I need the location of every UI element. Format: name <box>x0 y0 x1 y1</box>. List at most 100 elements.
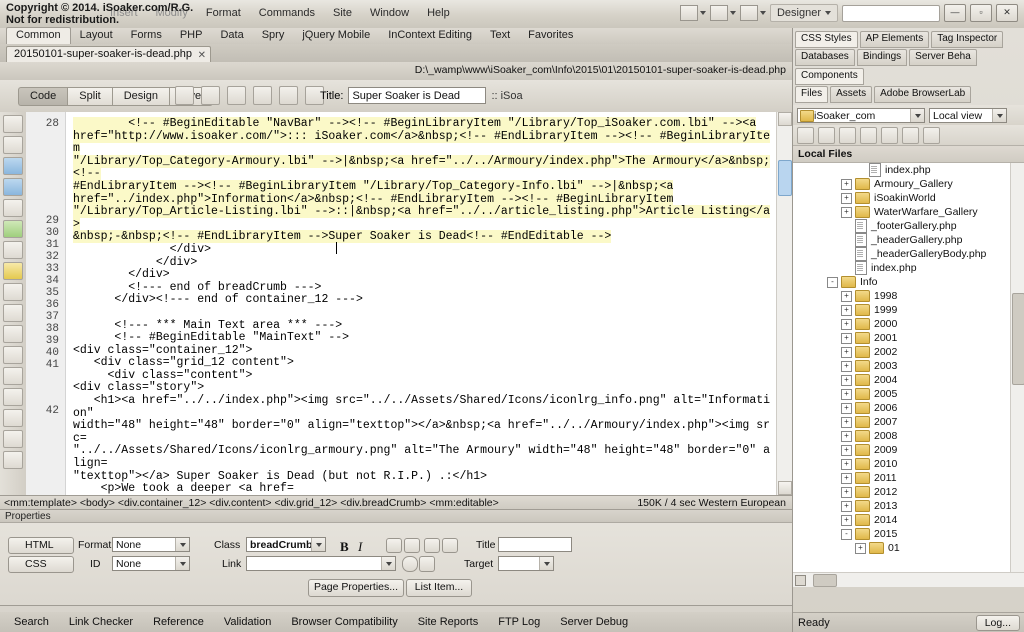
scrollbar-thumb[interactable] <box>778 160 792 196</box>
file-tree-row[interactable]: +2011 <box>793 471 1024 485</box>
point-to-file-icon[interactable] <box>402 556 418 572</box>
insert-tab-jquery-mobile[interactable]: jQuery Mobile <box>293 28 379 44</box>
layout-icon[interactable] <box>679 5 706 21</box>
file-tree-row[interactable]: _headerGallery.php <box>793 233 1024 247</box>
target-select[interactable] <box>498 556 554 571</box>
expand-icon[interactable]: + <box>841 332 852 344</box>
collapse-outside-tag-icon[interactable] <box>3 178 23 196</box>
file-tree-row[interactable]: +2001 <box>793 331 1024 345</box>
results-tab-site-reports[interactable]: Site Reports <box>408 613 489 631</box>
close-icon[interactable]: ✕ <box>198 48 206 63</box>
ordered-list-icon[interactable] <box>404 538 420 553</box>
file-tree-vertical-scrollbar[interactable] <box>1010 163 1024 572</box>
panel-tab-adobe-browserlab[interactable]: Adobe BrowserLab <box>874 86 972 103</box>
chevron-down-icon[interactable] <box>381 557 395 570</box>
panel-tab-ap-elements[interactable]: AP Elements <box>859 31 930 48</box>
files-panel-tabs[interactable]: Files Assets Adobe BrowserLab <box>793 85 1024 103</box>
file-tree-row[interactable]: +2006 <box>793 401 1024 415</box>
connect-icon[interactable] <box>797 126 814 144</box>
insert-tab-common[interactable]: Common <box>6 27 71 45</box>
panel-tab-databases[interactable]: Databases <box>795 49 855 66</box>
file-tree-row[interactable]: +2012 <box>793 485 1024 499</box>
panel-tab-server-behaviors[interactable]: Server Beha <box>909 49 977 66</box>
view-button-split[interactable]: Split <box>67 87 112 106</box>
site-select[interactable]: iSoaker_com <box>797 107 925 123</box>
document-toolbar-icons[interactable] <box>175 86 324 105</box>
title-input[interactable] <box>498 537 572 552</box>
tag-selector-bar[interactable]: <mm:template> <body> <div.container_12> … <box>0 495 792 510</box>
expand-icon[interactable]: + <box>841 402 852 414</box>
view-select[interactable]: Local view <box>929 107 1007 123</box>
file-tree-row[interactable]: +2010 <box>793 457 1024 471</box>
insert-tab-text[interactable]: Text <box>481 28 519 44</box>
data-panel-tabs[interactable]: Databases Bindings Server Beha Component… <box>793 48 1024 85</box>
file-tree-row[interactable]: - Info <box>793 275 1024 289</box>
file-tree-row[interactable]: - 2015 <box>793 527 1024 541</box>
workspace-switcher[interactable]: Designer <box>769 4 838 22</box>
bold-button[interactable]: B <box>340 539 349 555</box>
refresh-icon[interactable] <box>818 126 835 144</box>
indent-icon[interactable] <box>442 538 458 553</box>
expand-icon[interactable]: + <box>841 178 852 190</box>
expand-icon[interactable]: + <box>841 360 852 372</box>
menu-bar[interactable]: Insert Modify Format Commands Site Windo… <box>110 7 450 23</box>
expand-icon[interactable]: + <box>841 430 852 442</box>
coding-toolbar[interactable] <box>0 112 27 495</box>
insert-tab-data[interactable]: Data <box>211 28 252 44</box>
file-tree-row[interactable]: +01 <box>793 541 1024 555</box>
panel-tab-assets[interactable]: Assets <box>830 86 873 103</box>
insert-tab-favorites[interactable]: Favorites <box>519 28 582 44</box>
file-tree-row[interactable]: +2003 <box>793 359 1024 373</box>
file-tree-row[interactable]: +2013 <box>793 499 1024 513</box>
live-code-icon[interactable] <box>175 86 194 105</box>
scroll-up-arrow[interactable] <box>778 112 792 126</box>
close-button[interactable]: ✕ <box>996 4 1018 22</box>
highlight-invalid-code-icon[interactable] <box>3 283 23 301</box>
remove-comment-icon[interactable] <box>3 325 23 343</box>
expand-icon[interactable]: + <box>841 486 852 498</box>
chevron-down-icon[interactable] <box>175 538 189 551</box>
file-tree-row[interactable]: +2009 <box>793 443 1024 457</box>
chevron-down-icon[interactable] <box>311 538 325 551</box>
expand-icon[interactable]: + <box>841 206 852 218</box>
log-button[interactable]: Log... <box>975 614 1020 631</box>
chevron-down-icon[interactable] <box>992 108 1006 122</box>
results-tab-browser-compatibility[interactable]: Browser Compatibility <box>281 613 407 631</box>
select-parent-tag-icon[interactable] <box>3 220 23 238</box>
menu-item-window[interactable]: Window <box>370 7 409 23</box>
recent-snippets-icon[interactable] <box>3 367 23 385</box>
maximize-button[interactable]: ▫ <box>970 4 992 22</box>
gear-icon[interactable] <box>709 5 736 21</box>
menu-item-help[interactable]: Help <box>427 7 450 23</box>
file-tree-row[interactable]: +1999 <box>793 303 1024 317</box>
expand-icon[interactable]: + <box>841 388 852 400</box>
collapse-full-tag-icon[interactable] <box>3 157 23 175</box>
file-tree-row[interactable]: +1998 <box>793 289 1024 303</box>
document-tab[interactable]: 20150101-super-soaker-is-dead.php ✕ <box>6 46 211 63</box>
page-properties-button[interactable]: Page Properties... <box>308 579 404 597</box>
insert-tab-spry[interactable]: Spry <box>253 28 294 44</box>
results-tab-link-checker[interactable]: Link Checker <box>59 613 143 631</box>
link-input[interactable] <box>246 556 396 571</box>
code-editor[interactable]: 28 29 30 31 32 33 34 35 36 37 38 39 40 4… <box>26 112 793 495</box>
chevron-down-icon[interactable] <box>539 557 553 570</box>
panel-tab-bindings[interactable]: Bindings <box>856 49 908 66</box>
view-button-design[interactable]: Design <box>111 87 169 106</box>
expand-icon[interactable]: + <box>841 290 852 302</box>
file-tree-row[interactable]: + Armoury_Gallery <box>793 177 1024 191</box>
file-tree-row[interactable]: index.php <box>793 261 1024 275</box>
expand-icon[interactable]: + <box>841 192 852 204</box>
expand-icon[interactable]: + <box>855 542 866 554</box>
file-tree-row[interactable]: +2014 <box>793 513 1024 527</box>
put-files-icon[interactable] <box>860 126 877 144</box>
panel-tab-components[interactable]: Components <box>795 68 864 85</box>
menu-item-insert[interactable]: Insert <box>110 7 138 23</box>
move-to-external-css-icon[interactable] <box>3 388 23 406</box>
menu-item-modify[interactable]: Modify <box>156 7 188 23</box>
code-text-area[interactable]: <!-- #BeginEditable "NavBar" --><!-- #Be… <box>67 112 777 495</box>
menu-item-commands[interactable]: Commands <box>259 7 315 23</box>
check-in-icon[interactable] <box>902 126 919 144</box>
open-documents-icon[interactable] <box>3 115 23 133</box>
expand-icon[interactable]: + <box>841 458 852 470</box>
expand-icon[interactable]: + <box>841 444 852 456</box>
